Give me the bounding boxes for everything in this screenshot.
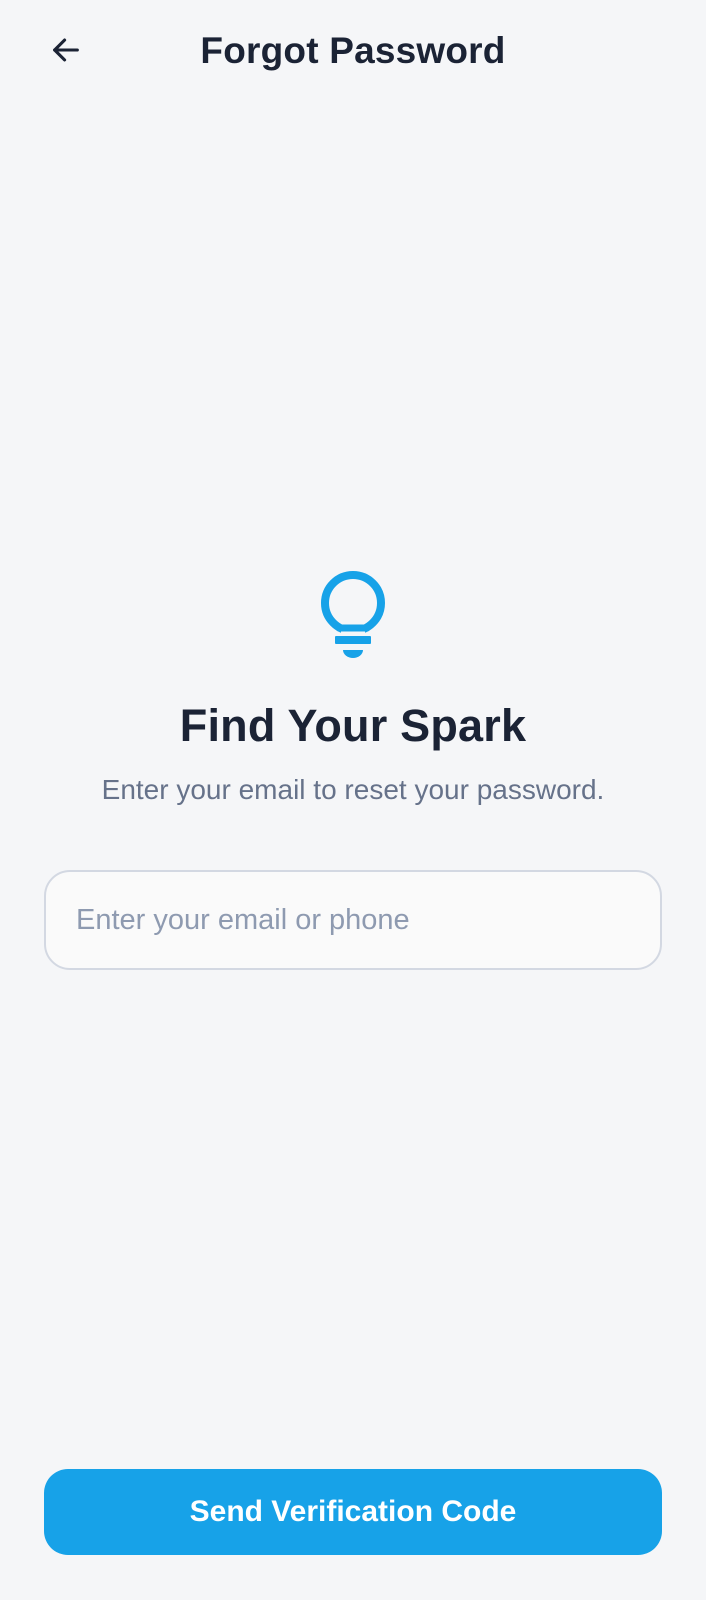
page-title: Forgot Password bbox=[200, 30, 506, 71]
send-verification-code-button[interactable]: Send Verification Code bbox=[44, 1469, 662, 1555]
hero-subtitle: Enter your email to reset your password. bbox=[101, 774, 605, 805]
lightbulb-icon bbox=[321, 571, 385, 658]
email-or-phone-input[interactable] bbox=[44, 870, 662, 970]
hero-section: Find Your Spark Enter your email to rese… bbox=[0, 568, 706, 806]
hero-title: Find Your Spark bbox=[179, 700, 527, 751]
app-header: Forgot Password bbox=[0, 0, 706, 110]
